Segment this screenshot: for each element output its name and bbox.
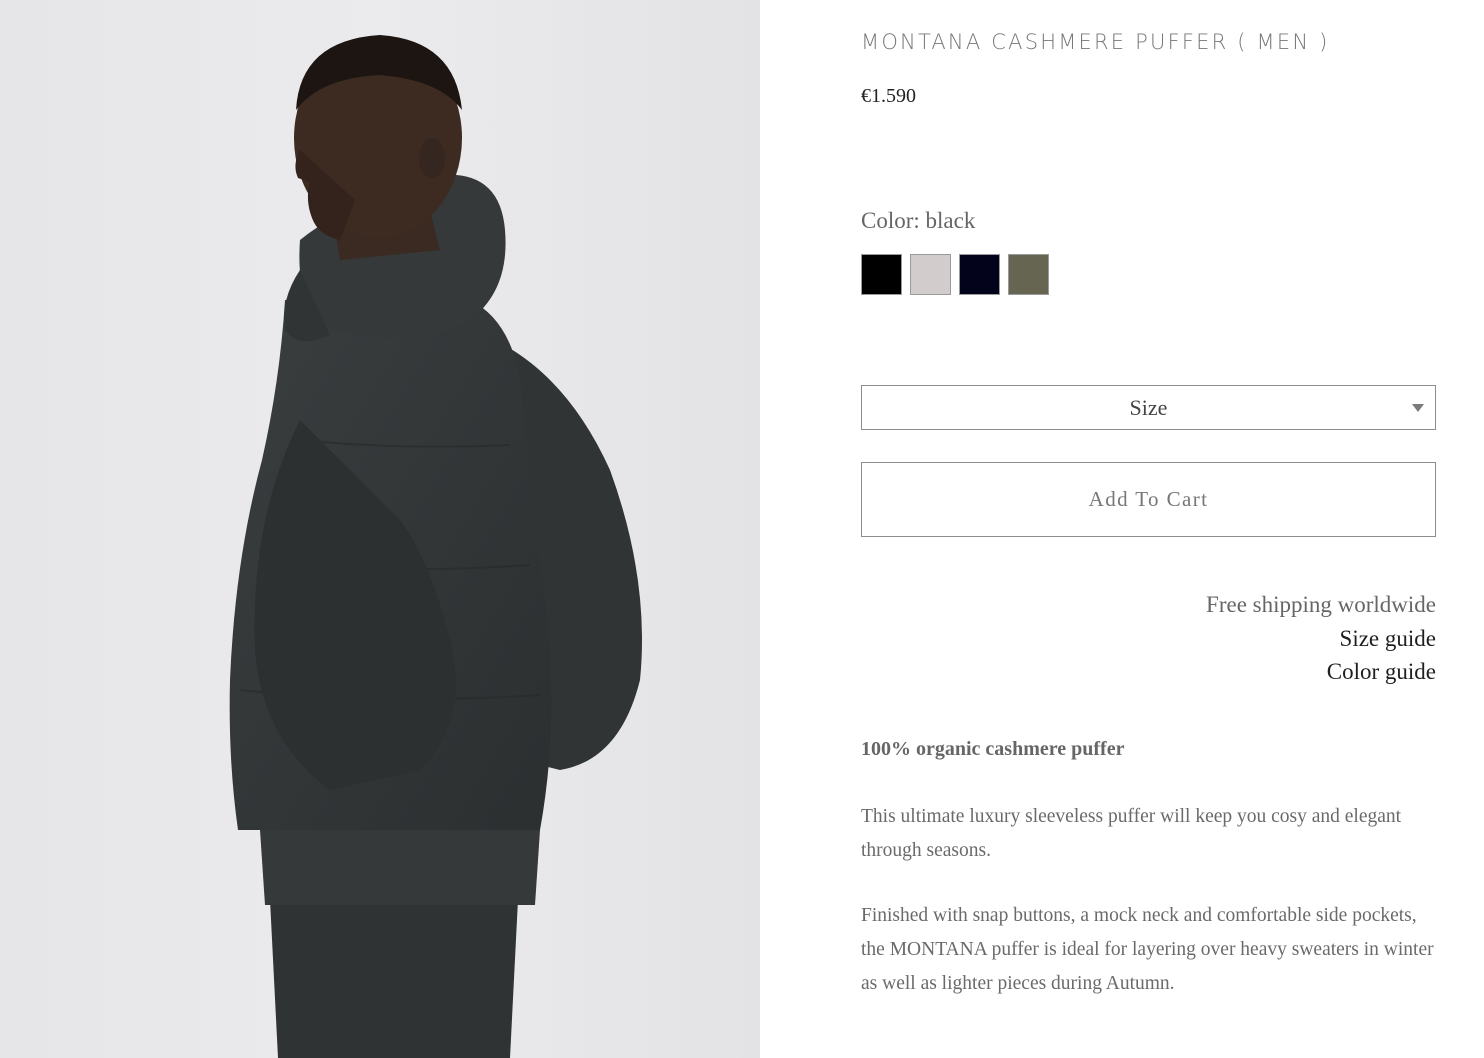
size-select[interactable]: Size — [861, 385, 1436, 430]
swatch-black[interactable] — [861, 254, 902, 295]
color-guide-link[interactable]: Color guide — [861, 655, 1436, 689]
chevron-down-icon — [1412, 404, 1424, 412]
model-illustration — [0, 0, 760, 1058]
product-photo[interactable] — [0, 0, 760, 1058]
add-to-cart-button[interactable]: Add To Cart — [861, 462, 1436, 537]
product-price: €1.590 — [861, 85, 916, 107]
free-shipping-text: Free shipping worldwide — [1206, 592, 1436, 617]
info-links: Free shipping worldwide Size guide Color… — [861, 588, 1436, 689]
color-swatches — [861, 254, 1049, 295]
size-select-label: Size — [1129, 394, 1168, 420]
description-heading: 100% organic cashmere puffer — [861, 738, 1125, 760]
product-description: 100% organic cashmere puffer This ultima… — [861, 738, 1441, 994]
swatch-light-grey[interactable] — [910, 254, 951, 295]
swatch-navy[interactable] — [959, 254, 1000, 295]
swatch-olive[interactable] — [1008, 254, 1049, 295]
description-paragraph-1: This ultimate luxury sleeveless puffer w… — [861, 806, 1402, 861]
description-paragraph-2: Finished with snap buttons, a mock neck … — [861, 905, 1434, 994]
size-guide-link[interactable]: Size guide — [861, 622, 1436, 656]
product-title: MONTANA CASHMERE PUFFER ( MEN ) — [861, 30, 1330, 54]
color-label: Color: black — [861, 208, 976, 233]
